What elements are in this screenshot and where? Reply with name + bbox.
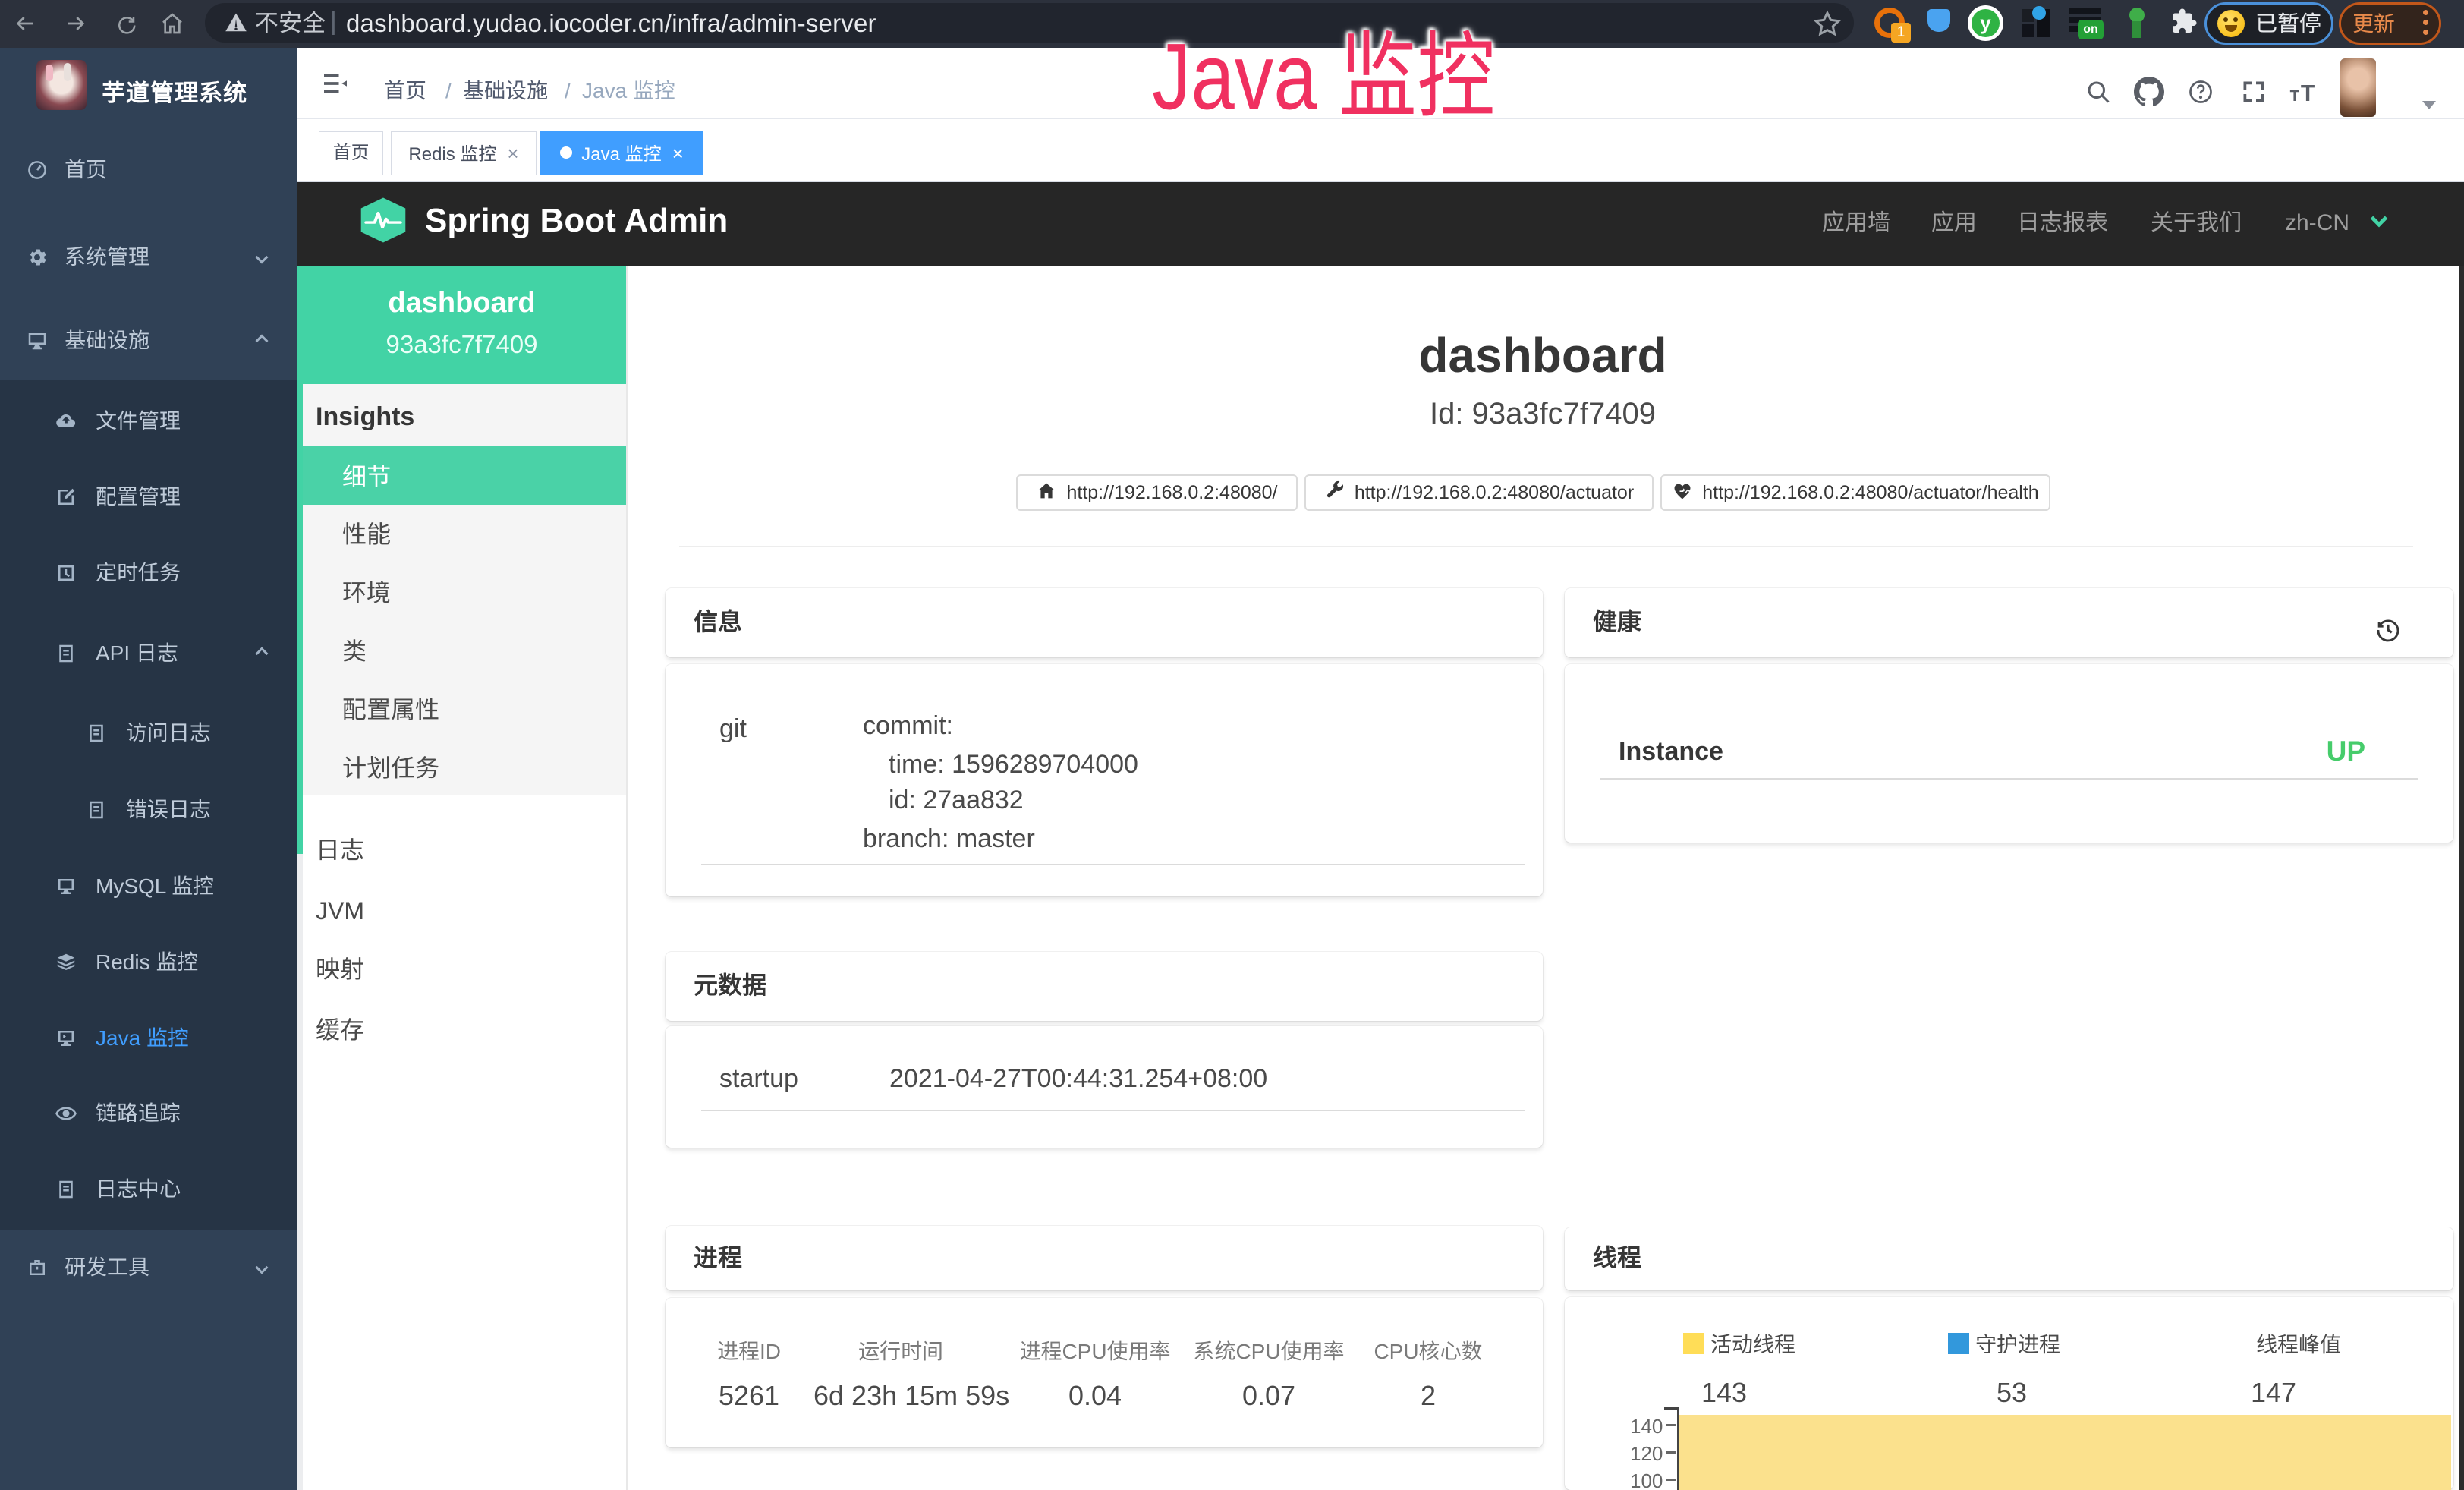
svg-text:T: T xyxy=(2301,81,2315,106)
svg-text:T: T xyxy=(2290,87,2300,105)
